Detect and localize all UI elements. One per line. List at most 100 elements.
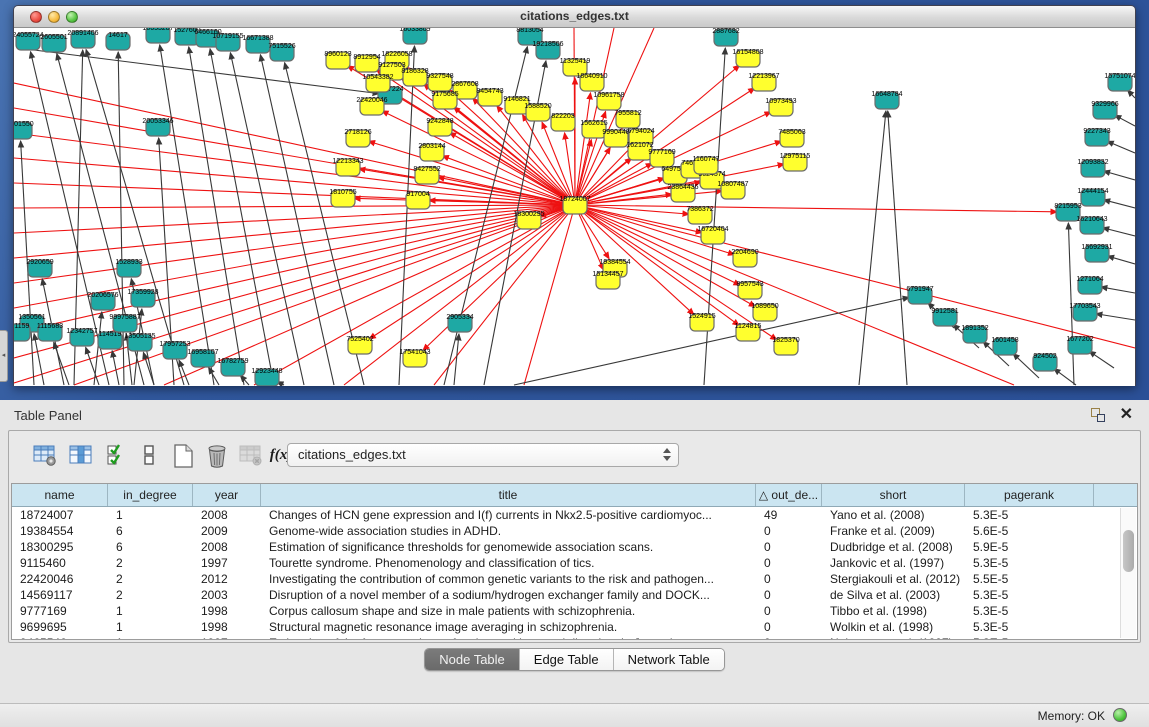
table-header-row: namein_degreeyeartitle△ out_de...shortpa… — [12, 484, 1137, 507]
show-column-icon[interactable] — [67, 442, 95, 470]
graph-node-label: 2905334 — [446, 314, 473, 321]
table-panel-title: Table Panel — [14, 408, 82, 423]
application-desktop: citations_edges.txt 24055724260550120891… — [0, 0, 1149, 400]
tab-network-table[interactable]: Network Table — [614, 649, 724, 670]
table-cell: 9699695 — [12, 619, 108, 635]
table-toolbar: f(x) citations_edges.txt — [9, 431, 1140, 481]
graph-node-label: 24055724 — [14, 32, 44, 39]
status-bar: Memory: OK — [0, 703, 1149, 727]
graph-node-label: 7515526 — [268, 43, 295, 50]
column-header-short[interactable]: short — [822, 484, 965, 506]
table-row[interactable]: 977716911998Corpus callosum shape and si… — [12, 603, 1119, 619]
graph-node-label: 12342757 — [66, 328, 97, 335]
graph-node-label: 9146821 — [503, 96, 530, 103]
graph-node-label: 8957543 — [736, 281, 763, 288]
table-cell: 49 — [756, 507, 822, 523]
table-row[interactable]: 1830029562008Estimation of significance … — [12, 539, 1119, 555]
table-cell: Yano et al. (2008) — [822, 507, 965, 523]
vertical-scrollbar[interactable] — [1120, 508, 1136, 638]
table-cell: 0 — [756, 603, 822, 619]
column-header-title[interactable]: title — [261, 484, 756, 506]
table-row[interactable]: 2242004622012Investigating the contribut… — [12, 571, 1119, 587]
graph-node-label: 15134457 — [592, 271, 623, 278]
graph-node-label: 10973493 — [765, 98, 796, 105]
column-header-year[interactable]: year — [193, 484, 261, 506]
table-selector-value: citations_edges.txt — [298, 447, 406, 462]
clear-selection-icon[interactable] — [135, 442, 163, 470]
tab-edge-table[interactable]: Edge Table — [520, 649, 614, 670]
delete-icon[interactable] — [203, 442, 231, 470]
graph-node-label: 16033809 — [399, 28, 430, 33]
graph-node-label: 1825370 — [772, 337, 799, 344]
graph-node-label: 9327548 — [426, 73, 453, 80]
table-tabs-row: Node TableEdge TableNetwork Table — [0, 645, 1149, 675]
table-body: 1872400712008Changes of HCN gene express… — [12, 507, 1119, 639]
graph-node-label: 924502 — [1033, 353, 1056, 360]
table-cell: 2 — [108, 571, 193, 587]
graph-node-label: 9990448 — [602, 129, 629, 136]
table-cell: 1998 — [193, 619, 261, 635]
column-header-pagerank[interactable]: pagerank — [965, 484, 1094, 506]
table-cell: 5.3E-5 — [965, 555, 1094, 571]
close-panel-icon[interactable]: ✕ — [1120, 404, 1133, 424]
graph-node-label: 16720404 — [697, 226, 728, 233]
graph-node-label: 9329966 — [1091, 101, 1118, 108]
graph-node-label: 18724007 — [559, 196, 590, 203]
graph-node-label: 16210643 — [1076, 216, 1107, 223]
table-cell: 6 — [108, 539, 193, 555]
network-window: citations_edges.txt 24055724260550120891… — [13, 5, 1136, 386]
table-cell: 5.3E-5 — [965, 507, 1094, 523]
graph-node-label: 1350561 — [18, 314, 45, 321]
collapsed-panel-handle-icon[interactable]: ◂ — [0, 330, 8, 382]
table-options-icon[interactable] — [31, 442, 59, 470]
table-row[interactable]: 1456911722003Disruption of a novel membe… — [12, 587, 1119, 603]
tab-node-table[interactable]: Node Table — [425, 649, 520, 670]
table-row[interactable]: 946554611997Estimation of the future num… — [12, 635, 1119, 639]
graph-node-label: 9227343 — [1083, 128, 1110, 135]
select-rows-icon[interactable] — [103, 442, 131, 470]
table-row[interactable]: 911546021997Tourette syndrome. Phenomeno… — [12, 555, 1119, 571]
graph-node-label: 1115683 — [37, 323, 63, 330]
graph-node-label: 11325419 — [560, 58, 591, 65]
table-panel-body: f(x) citations_edges.txt namein_degreeye… — [8, 430, 1141, 643]
table-row[interactable]: 1938455462009Genome-wide association stu… — [12, 523, 1119, 539]
graph-node-label: 2867608 — [451, 81, 478, 88]
table-cell: 5.3E-5 — [965, 587, 1094, 603]
table-cell: Estimation of the future numbers of pati… — [261, 635, 756, 639]
scrollbar-thumb[interactable] — [1123, 530, 1134, 572]
graph-node-label: 917004 — [406, 191, 429, 198]
table-cell: 2008 — [193, 507, 261, 523]
memory-indicator-icon — [1113, 708, 1127, 722]
table-row[interactable]: 969969511998Structural magnetic resonanc… — [12, 619, 1119, 635]
column-header-out_de[interactable]: △ out_de... — [756, 484, 822, 506]
table-cell: Dudbridge et al. (2008) — [822, 539, 965, 555]
graph-node-label: 7485063 — [778, 129, 805, 136]
graph-node-label: 12444154 — [1077, 188, 1108, 195]
network-window-titlebar[interactable]: citations_edges.txt — [14, 6, 1135, 28]
new-file-icon[interactable] — [169, 442, 197, 470]
table-cell: 0 — [756, 523, 822, 539]
table-selector-dropdown[interactable]: citations_edges.txt — [287, 443, 679, 467]
graph-node-label: 7386372 — [686, 206, 713, 213]
table-cell: 5.3E-5 — [965, 603, 1094, 619]
network-canvas[interactable]: 2405572426055012089140614617106532871527… — [14, 28, 1135, 386]
network-canvas-svg: 2405572426055012089140614617106532871527… — [14, 28, 1135, 386]
table-mode-tabs: Node TableEdge TableNetwork Table — [424, 648, 725, 671]
column-header-in_degree[interactable]: in_degree — [108, 484, 193, 506]
graph-node-label: 10653287 — [142, 28, 173, 32]
column-header-name[interactable]: name — [12, 484, 108, 506]
graph-node-label: 1621072 — [626, 142, 653, 149]
graph-node-label: 6794024 — [627, 128, 654, 135]
float-window-icon[interactable] — [1091, 408, 1105, 422]
graph-node-label: 9242848 — [426, 118, 453, 125]
delete-table-icon — [237, 442, 265, 470]
table-cell: 9115460 — [12, 555, 108, 571]
table-row[interactable]: 1872400712008Changes of HCN gene express… — [12, 507, 1119, 523]
graph-node-label: 23864436 — [667, 184, 698, 191]
graph-node-label: 16648784 — [871, 91, 902, 98]
table-cell: 9777169 — [12, 603, 108, 619]
table-cell: Structural magnetic resonance image aver… — [261, 619, 756, 635]
table-panel-header: Table Panel ✕ — [0, 400, 1149, 430]
graph-node-label: 8454743 — [476, 88, 503, 95]
table-cell: 1 — [108, 635, 193, 639]
